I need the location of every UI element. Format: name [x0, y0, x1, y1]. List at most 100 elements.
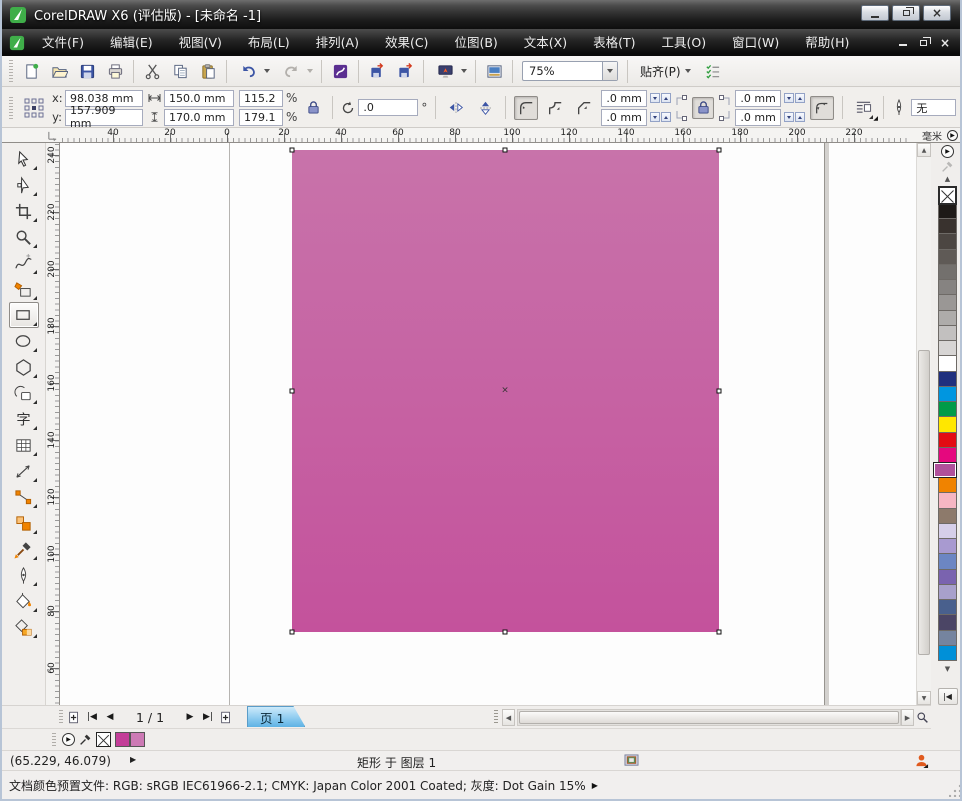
palette-swatch-10[interactable] [938, 355, 957, 371]
search-content-button[interactable] [327, 58, 353, 84]
palette-swatch-27[interactable] [938, 614, 957, 630]
paste-button[interactable] [195, 58, 221, 84]
page-tab[interactable]: 页 1 [247, 706, 305, 727]
scale-vertical-field[interactable]: 179.1 [239, 109, 283, 126]
corner-radius-spinner-3[interactable] [784, 93, 805, 103]
palette-swatch-26[interactable] [938, 599, 957, 615]
corner-select-right-icons[interactable] [719, 95, 730, 121]
object-height-field[interactable]: 170.0 mm [164, 109, 234, 126]
menu-item-11[interactable]: 帮助(H) [792, 29, 862, 56]
crop-tool[interactable] [9, 198, 39, 224]
dimension-tool[interactable] [9, 458, 39, 484]
zoom-level-dropdown[interactable] [602, 62, 617, 80]
zoom-tool[interactable] [9, 224, 39, 250]
property-bar-grip[interactable] [9, 97, 13, 119]
minimize-button[interactable] [861, 5, 889, 21]
lock-ratio-button[interactable] [302, 97, 324, 119]
rotation-angle-field[interactable]: .0 [358, 99, 418, 116]
corner-radius-spinner-2[interactable] [650, 112, 671, 122]
palette-swatch-19[interactable] [938, 492, 957, 508]
menu-item-0[interactable]: 文件(F) [29, 29, 97, 56]
launcher-dropdown-caret[interactable] [461, 69, 467, 73]
palette-swatch-25[interactable] [938, 584, 957, 600]
document-swatch-0[interactable] [115, 732, 130, 747]
display-color-icon[interactable] [624, 754, 639, 768]
export-button[interactable] [392, 58, 418, 84]
smart-fill-tool[interactable] [9, 276, 39, 302]
redo-button[interactable] [278, 58, 304, 84]
palette-swatch-29[interactable] [938, 645, 957, 661]
toolbar-grip[interactable] [9, 60, 13, 82]
selection-handle-top-right[interactable] [717, 148, 722, 153]
y-position-field[interactable]: 157.909 mm [65, 109, 143, 126]
relative-corner-scaling-button[interactable] [810, 96, 834, 120]
menu-item-7[interactable]: 文本(X) [511, 29, 580, 56]
palette-swatch-3[interactable] [938, 249, 957, 265]
palette-swatch-2[interactable] [938, 233, 957, 249]
horizontal-scrollbar[interactable] [517, 709, 901, 726]
zoom-level-combobox[interactable]: 75% [522, 61, 618, 81]
corner-select-left-icons[interactable] [676, 95, 687, 121]
next-page-button[interactable]: ▶ [181, 708, 199, 727]
palette-swatch-1[interactable] [938, 218, 957, 234]
menu-item-6[interactable]: 位图(B) [441, 29, 510, 56]
palette-swatch-0[interactable] [938, 203, 957, 219]
selection-handle-bottom-center[interactable] [503, 630, 508, 635]
mdi-close-button[interactable]: × [940, 36, 950, 50]
save-button[interactable] [74, 58, 100, 84]
interactive-fill-tool[interactable] [9, 614, 39, 640]
palette-swatch-14[interactable] [938, 416, 957, 432]
menu-item-10[interactable]: 窗口(W) [719, 29, 792, 56]
application-launcher-button[interactable] [432, 58, 458, 84]
document-swatch-1[interactable] [130, 732, 145, 747]
palette-swatch-7[interactable] [938, 310, 957, 326]
outline-pen-tool[interactable] [9, 562, 39, 588]
mirror-horizontal-button[interactable] [444, 96, 468, 120]
fill-tool[interactable] [9, 588, 39, 614]
palette-swatch-22[interactable] [938, 538, 957, 554]
mirror-vertical-button[interactable] [473, 96, 497, 120]
palette-swatch-12[interactable] [938, 386, 957, 402]
selection-handle-top-center[interactable] [503, 148, 508, 153]
palette-swatch-21[interactable] [938, 523, 957, 539]
palette-swatch-5[interactable] [938, 279, 957, 295]
palette-swatch-6[interactable] [938, 294, 957, 310]
status-flyout-icon[interactable]: ▶ [130, 755, 136, 764]
previous-page-button[interactable]: ◀ [101, 708, 119, 727]
selection-handle-top-left[interactable] [290, 148, 295, 153]
palette-swatch-24[interactable] [938, 569, 957, 585]
menu-item-3[interactable]: 布局(L) [235, 29, 303, 56]
ruler-flyout-button[interactable]: ▶ [945, 128, 960, 142]
blend-tool[interactable] [9, 510, 39, 536]
scroll-right-button[interactable]: ▶ [901, 709, 914, 726]
horizontal-scrollbar-thumb[interactable] [519, 711, 899, 724]
palette-swatch-23[interactable] [938, 553, 957, 569]
palette-swatch-11[interactable] [938, 371, 957, 387]
scale-horizontal-field[interactable]: 115.2 [239, 90, 283, 107]
ruler-origin[interactable] [2, 128, 60, 142]
import-button[interactable] [364, 58, 390, 84]
add-page-button-2[interactable] [217, 708, 235, 727]
palette-scroll-up-button[interactable]: ▲ [945, 174, 950, 184]
object-width-field[interactable]: 150.0 mm [164, 90, 234, 107]
chamfered-corner-button[interactable] [572, 96, 596, 120]
corner-radius-spinner-4[interactable] [784, 112, 805, 122]
outline-width-field[interactable]: 无 [911, 99, 956, 116]
no-color-swatch[interactable] [938, 186, 957, 205]
vertical-scrollbar[interactable]: ▲ ▼ [916, 143, 931, 705]
snap-to-button[interactable]: 贴齐(P) [633, 59, 698, 83]
palette-swatch-18[interactable] [938, 477, 957, 493]
palette-swatch-4[interactable] [938, 264, 957, 280]
palette-swatch-13[interactable] [938, 401, 957, 417]
palette-eyedropper-icon[interactable] [941, 160, 954, 173]
add-page-button[interactable] [65, 708, 83, 727]
object-center-marker[interactable]: × [501, 387, 509, 396]
palette-expand-button[interactable]: |◀ [938, 688, 958, 705]
zoom-fit-icon[interactable] [915, 709, 930, 726]
scroll-left-button[interactable]: ◀ [502, 709, 515, 726]
palette-swatch-17[interactable] [933, 462, 957, 478]
document-palette-flyout-button[interactable]: ▶ [62, 733, 75, 746]
welcome-screen-button[interactable] [481, 58, 507, 84]
menu-item-8[interactable]: 表格(T) [580, 29, 648, 56]
window-resize-grip[interactable] [949, 784, 962, 797]
